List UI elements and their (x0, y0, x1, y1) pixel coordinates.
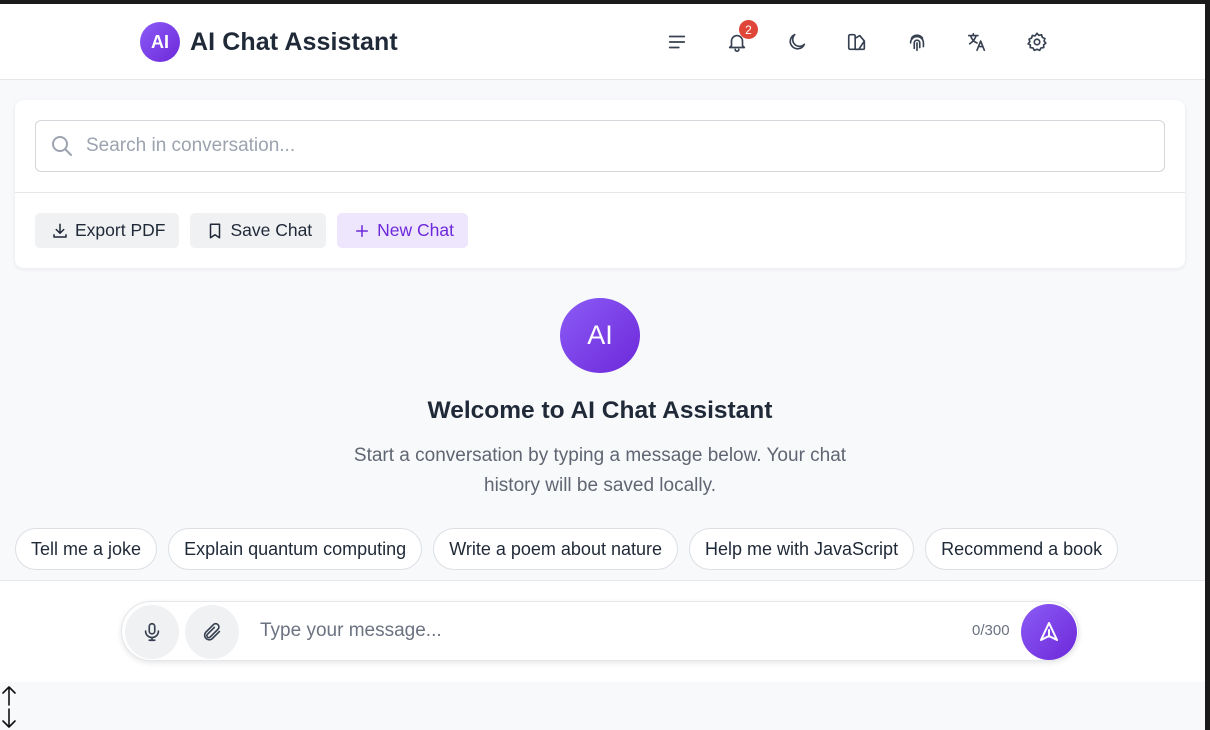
divider (15, 192, 1185, 193)
voice-input-button[interactable] (125, 605, 179, 659)
resize-cursor-icon (0, 684, 18, 730)
attach-file-button[interactable] (185, 605, 239, 659)
search-input[interactable] (86, 135, 1086, 157)
notification-badge: 2 (739, 20, 758, 39)
menu-icon (668, 35, 686, 49)
microphone-icon (144, 622, 160, 642)
character-counter: 0/300 (972, 622, 1010, 639)
suggestion-chip[interactable]: Write a poem about nature (433, 528, 678, 570)
suggestion-chip[interactable]: Explain quantum computing (168, 528, 423, 570)
header: AI AI Chat Assistant 2 (0, 4, 1205, 80)
message-composer: 0/300 (121, 601, 1079, 661)
app-title: AI Chat Assistant (190, 27, 398, 56)
menu-button[interactable] (657, 22, 697, 62)
export-pdf-button[interactable]: Export PDF (35, 213, 180, 248)
palette-icon (847, 33, 866, 51)
search-card: Export PDF Save Chat New Chat (15, 100, 1185, 268)
fingerprint-icon (909, 34, 925, 52)
settings-button[interactable] (1017, 22, 1057, 62)
save-chat-label: Save Chat (230, 220, 313, 240)
app-window: AI AI Chat Assistant 2 Search in convers… (0, 4, 1205, 730)
theme-button[interactable] (837, 22, 877, 62)
suggestion-chip[interactable]: Help me with JavaScript (689, 528, 915, 570)
suggestion-list: Tell me a joke Explain quantum computing… (15, 528, 1129, 570)
assistant-avatar: AI (560, 298, 640, 373)
paperclip-icon (203, 622, 221, 641)
search-box (35, 120, 1165, 172)
export-pdf-label: Export PDF (75, 220, 166, 240)
fingerprint-button[interactable] (897, 22, 937, 62)
send-icon (1040, 622, 1058, 641)
bookmark-icon (210, 223, 221, 238)
composer-area: 0/300 (0, 580, 1205, 682)
gear-icon (1027, 32, 1047, 52)
brand-logo: AI (140, 22, 180, 62)
send-button[interactable] (1021, 604, 1077, 660)
brand: AI AI Chat Assistant (140, 22, 398, 62)
dark-mode-button[interactable] (777, 22, 817, 62)
notifications-button[interactable]: 2 (717, 20, 758, 62)
save-chat-button[interactable]: Save Chat (190, 213, 327, 248)
message-input[interactable] (260, 617, 960, 645)
welcome-subtitle: Start a conversation by typing a message… (353, 445, 847, 496)
search-icon (52, 136, 72, 156)
plus-icon (356, 224, 369, 237)
suggestion-chip[interactable]: Tell me a joke (15, 528, 158, 570)
language-button[interactable] (957, 22, 997, 62)
new-chat-label: New Chat (377, 220, 455, 240)
new-chat-button[interactable]: New Chat (337, 213, 469, 248)
download-icon (53, 223, 67, 238)
welcome-title: Welcome to AI Chat Assistant (427, 397, 773, 424)
chat-actions: Export PDF Save Chat New Chat (35, 213, 479, 248)
moon-icon (789, 33, 806, 50)
translate-icon (967, 32, 986, 52)
suggestion-chip[interactable]: Recommend a book (925, 528, 1119, 570)
header-toolbar: 2 (657, 20, 1077, 62)
